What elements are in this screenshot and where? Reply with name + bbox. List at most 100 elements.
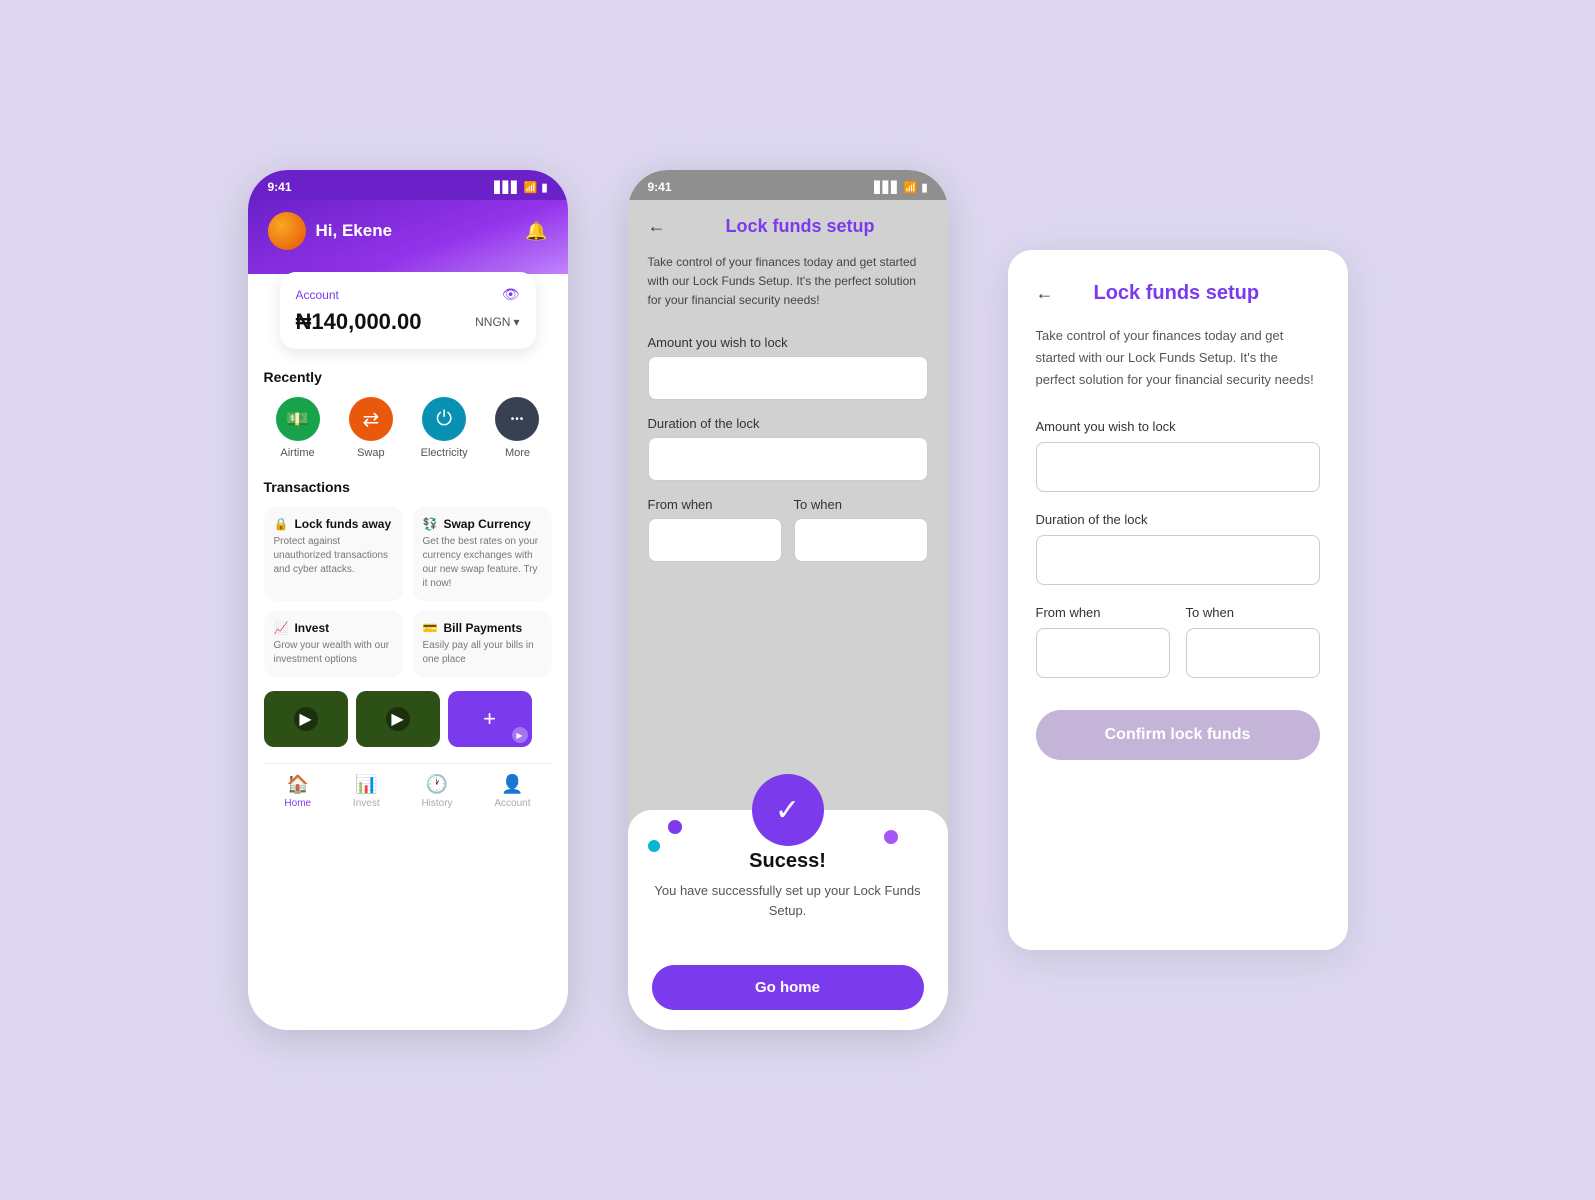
status-bar-1: 9:41 ▋▋▋ 📶 ▮ xyxy=(248,170,568,200)
go-home-button[interactable]: Go home xyxy=(652,965,924,1010)
panel3-from-col: From when xyxy=(1036,605,1170,678)
success-desc: You have successfully set up your Lock F… xyxy=(652,881,924,920)
trans-bills-desc: Easily pay all your bills in one place xyxy=(423,639,542,667)
account-label-nav: Account xyxy=(494,798,530,809)
avatar xyxy=(268,212,306,250)
dot-cyan xyxy=(648,840,660,852)
account-icon: 👤 xyxy=(501,774,523,795)
lock-icon: 🔒 xyxy=(274,517,289,531)
media-add-button[interactable]: + ▶ xyxy=(448,691,532,747)
nav-invest[interactable]: 📊 Invest xyxy=(353,774,380,809)
account-label-text: Account xyxy=(296,288,339,302)
phone2-frame: 9:41 ▋▋▋ 📶 ▮ ← Lock funds setup Take con… xyxy=(628,170,948,1030)
back-arrow-icon[interactable]: ← xyxy=(648,216,666,237)
history-label: History xyxy=(421,798,452,809)
nav-history[interactable]: 🕐 History xyxy=(421,774,452,809)
trans-card-lock[interactable]: 🔒 Lock funds away Protect against unauth… xyxy=(264,507,403,601)
panel3-to-label: To when xyxy=(1186,605,1320,620)
media-row: ▶ ▶ + ▶ xyxy=(264,691,552,747)
account-card: Account 👁 ₦140,000.00 NNGN ▾ xyxy=(280,272,536,349)
bottom-nav: 🏠 Home 📊 Invest 🕐 History 👤 Account xyxy=(264,763,552,825)
greeting-text: Hi, Ekene xyxy=(316,221,393,241)
trans-swap-desc: Get the best rates on your currency exch… xyxy=(423,535,542,591)
phone1-body: Account 👁 ₦140,000.00 NNGN ▾ Recently 💵 … xyxy=(248,274,568,841)
panel3-from-input[interactable] xyxy=(1036,628,1170,678)
currency-selector[interactable]: NNGN ▾ xyxy=(475,315,519,329)
home-label: Home xyxy=(284,798,311,809)
more-label: More xyxy=(505,447,530,459)
amount-label: Amount you wish to lock xyxy=(648,335,928,350)
trans-lock-desc: Protect against unauthorized transaction… xyxy=(274,535,393,577)
electricity-icon: ⏻ xyxy=(422,397,466,441)
confirm-lock-button[interactable]: Confirm lock funds xyxy=(1036,710,1320,760)
wifi-icon: 📶 xyxy=(524,181,538,194)
action-more[interactable]: ••• More xyxy=(483,397,551,459)
duration-input[interactable] xyxy=(648,437,928,481)
airtime-label: Airtime xyxy=(280,447,314,459)
panel3-title: Lock funds setup xyxy=(1094,282,1260,305)
media-thumb-1[interactable]: ▶ xyxy=(264,691,348,747)
more-icon: ••• xyxy=(495,397,539,441)
swap-icon: ⇄ xyxy=(349,397,393,441)
panel3-amount-label: Amount you wish to lock xyxy=(1036,419,1320,434)
dot-purple-2 xyxy=(884,830,898,844)
panel3-amount-input[interactable] xyxy=(1036,442,1320,492)
phone1-header: Hi, Ekene 🔔 xyxy=(248,200,568,274)
trans-swap-title: 💱 Swap Currency xyxy=(423,517,542,531)
time-display-2: 9:41 xyxy=(648,180,672,194)
lock-setup-title: Lock funds setup xyxy=(726,216,875,237)
invest-nav-icon: 📊 xyxy=(355,774,377,795)
amount-input[interactable] xyxy=(648,356,928,400)
action-airtime[interactable]: 💵 Airtime xyxy=(264,397,332,459)
visibility-icon[interactable]: 👁 xyxy=(502,286,520,303)
play-icon-1: ▶ xyxy=(294,707,318,731)
trans-invest-title: 📈 Invest xyxy=(274,621,393,635)
panel3-date-row: From when To when xyxy=(1036,605,1320,678)
avatar-image xyxy=(268,212,306,250)
nav-home[interactable]: 🏠 Home xyxy=(284,774,311,809)
panel3-duration-input[interactable] xyxy=(1036,535,1320,585)
lock-setup-desc: Take control of your finances today and … xyxy=(648,253,928,311)
battery-icon: ▮ xyxy=(541,181,547,194)
panel3-duration-label: Duration of the lock xyxy=(1036,512,1320,527)
signal-icon: ▋▋▋ xyxy=(494,181,519,194)
electricity-label: Electricity xyxy=(421,447,468,459)
history-icon: 🕐 xyxy=(426,774,448,795)
account-label-row: Account 👁 xyxy=(296,286,520,303)
invest-nav-label: Invest xyxy=(353,798,380,809)
success-title: Sucess! xyxy=(652,850,924,873)
phone1-frame: 9:41 ▋▋▋ 📶 ▮ Hi, Ekene 🔔 Account 👁 ₦140,… xyxy=(248,170,568,1030)
action-electricity[interactable]: ⏻ Electricity xyxy=(410,397,478,459)
swap-label: Swap xyxy=(357,447,385,459)
play-icon-2: ▶ xyxy=(386,707,410,731)
status-bar-2: 9:41 ▋▋▋ 📶 ▮ xyxy=(628,170,948,200)
status-icons: ▋▋▋ 📶 ▮ xyxy=(494,181,547,194)
panel3-to-col: To when xyxy=(1186,605,1320,678)
trans-bills-title: 💳 Bill Payments xyxy=(423,621,542,635)
notification-bell-icon[interactable]: 🔔 xyxy=(525,221,547,242)
trans-card-bills[interactable]: 💳 Bill Payments Easily pay all your bill… xyxy=(413,611,552,677)
date-row: From when To when xyxy=(648,497,928,562)
airtime-icon: 💵 xyxy=(276,397,320,441)
trans-card-swap[interactable]: 💱 Swap Currency Get the best rates on yo… xyxy=(413,507,552,601)
to-input[interactable] xyxy=(794,518,928,562)
transactions-section: Transactions 🔒 Lock funds away Protect a… xyxy=(264,479,552,677)
to-col: To when xyxy=(794,497,928,562)
panel3-back-icon[interactable]: ← xyxy=(1036,283,1054,304)
nav-account[interactable]: 👤 Account xyxy=(494,774,530,809)
trans-invest-desc: Grow your wealth with our investment opt… xyxy=(274,639,393,667)
duration-label: Duration of the lock xyxy=(648,416,928,431)
panel3-to-input[interactable] xyxy=(1186,628,1320,678)
from-label: From when xyxy=(648,497,782,512)
success-overlay: ✓ Sucess! You have successfully set up y… xyxy=(628,810,948,1030)
from-input[interactable] xyxy=(648,518,782,562)
phone2-header: ← Lock funds setup xyxy=(648,216,928,237)
to-label: To when xyxy=(794,497,928,512)
trans-card-invest[interactable]: 📈 Invest Grow your wealth with our inves… xyxy=(264,611,403,677)
panel3-header: ← Lock funds setup xyxy=(1036,282,1320,305)
user-info: Hi, Ekene xyxy=(268,212,393,250)
wifi-icon-2: 📶 xyxy=(904,181,918,194)
media-thumb-2[interactable]: ▶ xyxy=(356,691,440,747)
recently-section: Recently 💵 Airtime ⇄ Swap ⏻ Electricity … xyxy=(264,369,552,459)
action-swap[interactable]: ⇄ Swap xyxy=(337,397,405,459)
